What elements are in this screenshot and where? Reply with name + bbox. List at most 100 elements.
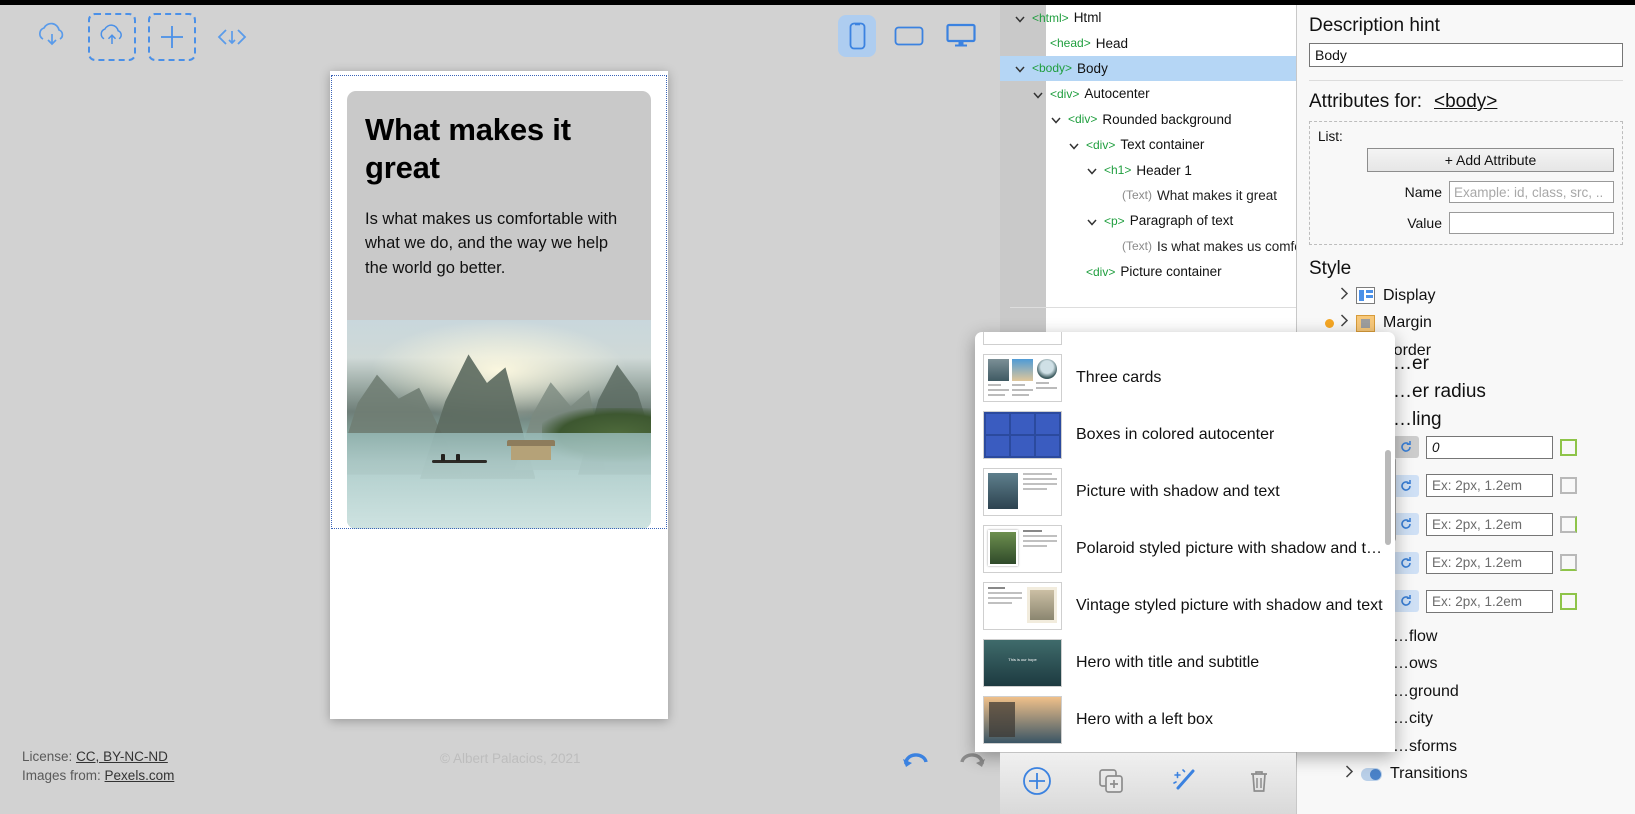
dom-tree-row[interactable]: (Text) Is what makes us comfortab… [1000, 234, 1296, 259]
padding-inputs-group [1393, 428, 1577, 621]
images-link[interactable]: Pexels.com [105, 768, 175, 783]
code-icon[interactable] [208, 13, 256, 61]
dom-tree-row[interactable]: <head> Head [1000, 30, 1296, 55]
phone-icon[interactable] [838, 15, 876, 57]
occluded-border-label[interactable]: …er [1393, 353, 1429, 375]
chevron-down-icon[interactable] [1014, 61, 1028, 75]
style-group-row[interactable]: Transitions [1345, 761, 1468, 789]
copyright-text: © Albert Palacios, 2021 [440, 751, 581, 766]
reset-icon[interactable] [1393, 474, 1419, 497]
template-thumbnail [983, 524, 1062, 573]
attribute-name-input[interactable] [1449, 181, 1614, 203]
template-list-item[interactable]: Picture with shadow and text [975, 463, 1395, 520]
template-list-item[interactable] [975, 332, 1395, 349]
padding-input[interactable] [1426, 589, 1553, 613]
add-element-button[interactable] [1022, 766, 1052, 801]
padding-input[interactable] [1426, 435, 1553, 459]
template-thumbnail: This is our hope [983, 638, 1062, 687]
reset-icon[interactable] [1393, 513, 1419, 536]
delete-element-button[interactable] [1244, 766, 1274, 801]
template-list-item[interactable]: This is our hope Hero with title and subt… [975, 634, 1395, 691]
attribute-name-row: Name [1318, 181, 1614, 203]
attributes-list-label: List: [1318, 129, 1343, 144]
chevron-down-icon[interactable] [1086, 214, 1100, 228]
edge-selector-icon[interactable] [1560, 477, 1577, 495]
transitions-toggle-icon [1361, 767, 1382, 781]
style-group-row[interactable]: …sforms [1393, 733, 1468, 761]
dom-tree-row[interactable]: <div> Text container [1000, 132, 1296, 157]
chevron-down-icon[interactable] [1050, 112, 1064, 126]
dom-tree-row-tag: <div> [1086, 264, 1116, 279]
template-list-item[interactable]: Vintage styled picture with shadow and t… [975, 577, 1395, 634]
dom-tree-row-tag: <head> [1050, 36, 1091, 51]
dom-tree-row-tag: <p> [1104, 213, 1125, 228]
dom-tree-row[interactable]: <html> Html [1000, 5, 1296, 30]
dom-tree-row-tag: <div> [1086, 137, 1116, 152]
card-paragraph[interactable]: Is what makes us comfortable with what w… [365, 207, 633, 281]
dom-tree-list: <html> Html <head> Head <body> Body <div> Autoc… [1000, 5, 1296, 284]
add-attribute-button[interactable]: + Add Attribute [1367, 148, 1614, 172]
dom-tree-row[interactable]: (Text) What makes it great [1000, 183, 1296, 208]
chevron-down-icon[interactable] [1014, 11, 1028, 25]
description-hint-input[interactable] [1309, 43, 1623, 67]
cloud-upload-icon[interactable] [88, 13, 136, 61]
template-list-scrollbar[interactable] [1385, 450, 1391, 545]
license-link[interactable]: CC, BY-NC-ND [76, 749, 168, 764]
dom-tree-row[interactable]: <p> Paragraph of text [1000, 208, 1296, 233]
reset-icon[interactable] [1393, 590, 1419, 613]
chevron-down-icon[interactable] [1086, 163, 1100, 177]
tree-divider [1010, 307, 1296, 308]
attribute-value-input[interactable] [1449, 212, 1614, 234]
dom-tree-row-label: Head [1095, 35, 1128, 51]
picture-boat [432, 454, 487, 464]
chevron-down-icon[interactable] [1032, 87, 1046, 101]
chevron-down-icon[interactable] [1068, 138, 1082, 152]
style-group-label: …sforms [1393, 737, 1457, 755]
template-label: Three cards [1076, 368, 1162, 386]
style-group-row[interactable]: …ows [1393, 651, 1468, 679]
magic-wand-button[interactable] [1170, 766, 1200, 801]
padding-input[interactable] [1426, 512, 1553, 536]
dom-tree-row[interactable]: <div> Rounded background [1000, 107, 1296, 132]
template-thumbnail [983, 467, 1062, 516]
template-thumbnail [983, 581, 1062, 630]
dom-tree-row-tag: <div> [1050, 86, 1080, 101]
edge-selector-icon[interactable] [1560, 438, 1577, 456]
reset-icon[interactable] [1393, 436, 1419, 459]
attributes-target-tag[interactable]: <body> [1434, 91, 1497, 112]
margin-icon [1356, 314, 1375, 332]
edge-selector-icon[interactable] [1560, 554, 1577, 572]
redo-icon[interactable] [958, 750, 988, 776]
style-row-display[interactable]: Display [1309, 282, 1623, 310]
template-list-item[interactable]: Hero with a left box [975, 691, 1395, 748]
desktop-icon[interactable] [942, 15, 980, 57]
dom-tree-row[interactable]: <body> Body [1000, 55, 1296, 82]
reset-icon[interactable] [1393, 551, 1419, 574]
occluded-border-radius-label[interactable]: …er radius [1393, 381, 1486, 403]
template-label: Hero with title and subtitle [1076, 653, 1260, 671]
cloud-download-icon[interactable] [28, 13, 76, 61]
card-heading[interactable]: What makes it great [365, 111, 633, 187]
template-list-item[interactable]: Boxes in colored autocenter [975, 406, 1395, 463]
undo-icon[interactable] [900, 750, 930, 776]
edge-selector-icon[interactable] [1560, 592, 1577, 610]
plus-icon[interactable] [148, 13, 196, 61]
credits-block: License: CC, BY-NC-ND Images from: Pexel… [22, 747, 174, 786]
padding-input[interactable] [1426, 551, 1553, 575]
template-list-item[interactable]: Polaroid styled picture with shadow and … [975, 520, 1395, 577]
dom-tree-row[interactable]: <div> Picture container [1000, 259, 1296, 284]
dom-tree-row[interactable]: <div> Autocenter [1000, 81, 1296, 106]
style-group-row[interactable]: …city [1393, 706, 1468, 734]
rounded-background-card[interactable]: What makes it great Is what makes us com… [347, 91, 651, 529]
style-group-row[interactable]: …flow [1393, 623, 1468, 651]
padding-input[interactable] [1426, 474, 1553, 498]
chevron-right-icon [1340, 287, 1349, 305]
style-group-row[interactable]: …ground [1393, 678, 1468, 706]
duplicate-element-button[interactable] [1096, 766, 1126, 801]
tablet-icon[interactable] [890, 15, 928, 57]
dom-tree-row[interactable]: <h1> Header 1 [1000, 157, 1296, 182]
edge-selector-icon[interactable] [1560, 515, 1577, 533]
template-list-item[interactable]: Three cards [975, 349, 1395, 406]
attribute-name-label: Name [1404, 184, 1442, 200]
card-picture[interactable] [347, 320, 651, 529]
